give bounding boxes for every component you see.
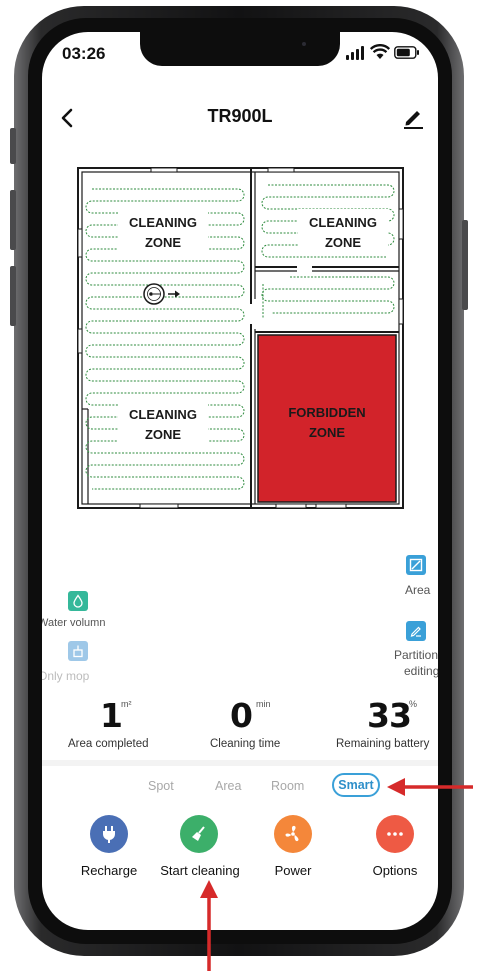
forbidden-zone-label-1: FORBIDDEN — [288, 405, 365, 420]
water-drop-icon — [73, 594, 83, 608]
forbidden-zone-label-2: ZONE — [309, 425, 345, 440]
annotation-arrow-smart — [387, 778, 473, 796]
wifi-icon — [370, 44, 390, 59]
mode-area[interactable]: Area — [215, 779, 241, 793]
volume-up-button — [10, 190, 16, 250]
zone-label-top-right-1: CLEANING — [309, 215, 377, 230]
more-icon — [387, 832, 403, 836]
cleaning-time-label: Cleaning time — [210, 738, 281, 750]
area-completed-unit: m² — [121, 699, 132, 709]
app-screen: 03:26 TR900L FORBIDDEN ZONE CLEANING ZON… — [42, 32, 438, 930]
edit-icon[interactable] — [400, 104, 426, 130]
divider — [42, 760, 438, 766]
broom-icon — [192, 826, 205, 841]
mop-icon — [73, 645, 83, 658]
area-completed-label: Area completed — [68, 738, 149, 750]
area-icon — [409, 558, 423, 572]
zone-label-bottom-left-2: ZONE — [145, 427, 181, 442]
robot-icon — [143, 283, 180, 305]
only-mop-button[interactable] — [68, 641, 88, 661]
status-icons — [346, 44, 420, 62]
pencil-icon — [410, 626, 421, 637]
zone-label-top-left-2: ZONE — [145, 235, 181, 250]
fan-icon — [285, 825, 299, 842]
partition-label-1: Partition — [394, 648, 438, 662]
mode-smart[interactable]: Smart — [332, 773, 380, 797]
battery-unit: % — [409, 699, 418, 709]
recharge-button[interactable] — [90, 815, 128, 853]
zone-label-top-left-1: CLEANING — [129, 215, 197, 230]
battery-label: Remaining battery — [336, 738, 430, 750]
only-mop-label: Only mop — [42, 669, 90, 683]
power-label: Power — [274, 863, 312, 878]
annotation-arrow-start — [200, 880, 218, 971]
volume-down-button — [10, 266, 16, 326]
area-label: Area — [405, 583, 431, 597]
silent-switch — [10, 128, 16, 164]
start-cleaning-button[interactable] — [180, 815, 218, 853]
page-title: TR900L — [207, 106, 273, 126]
notch — [140, 32, 340, 66]
options-label: Options — [372, 863, 418, 878]
start-cleaning-label: Start cleaning — [160, 863, 240, 878]
water-volume-button[interactable] — [68, 591, 88, 611]
cleaning-map[interactable]: FORBIDDEN ZONE CLEANING ZONE CLEANING ZO… — [58, 149, 424, 531]
zone-label-bottom-left-1: CLEANING — [129, 407, 197, 422]
signal-icon — [346, 55, 349, 60]
partition-edit-button[interactable] — [406, 621, 426, 641]
battery-value: 33 — [367, 696, 412, 735]
water-volume-label: Water volumn — [42, 617, 106, 629]
recharge-label: Recharge — [80, 863, 138, 878]
battery-icon — [394, 46, 419, 59]
cleaning-time-value: 0 — [230, 696, 253, 735]
area-button[interactable] — [406, 555, 426, 575]
cleaning-time-unit: min — [256, 699, 271, 709]
area-completed-value: 1 — [100, 696, 123, 735]
mode-spot[interactable]: Spot — [148, 779, 174, 793]
plug-icon — [103, 826, 115, 843]
options-button[interactable] — [376, 815, 414, 853]
power-button[interactable] — [274, 815, 312, 853]
status-time: 03:26 — [62, 44, 106, 63]
partition-label-2: editing — [404, 664, 438, 678]
mode-room[interactable]: Room — [271, 779, 304, 793]
power-side-button — [462, 220, 468, 310]
zone-label-top-right-2: ZONE — [325, 235, 361, 250]
